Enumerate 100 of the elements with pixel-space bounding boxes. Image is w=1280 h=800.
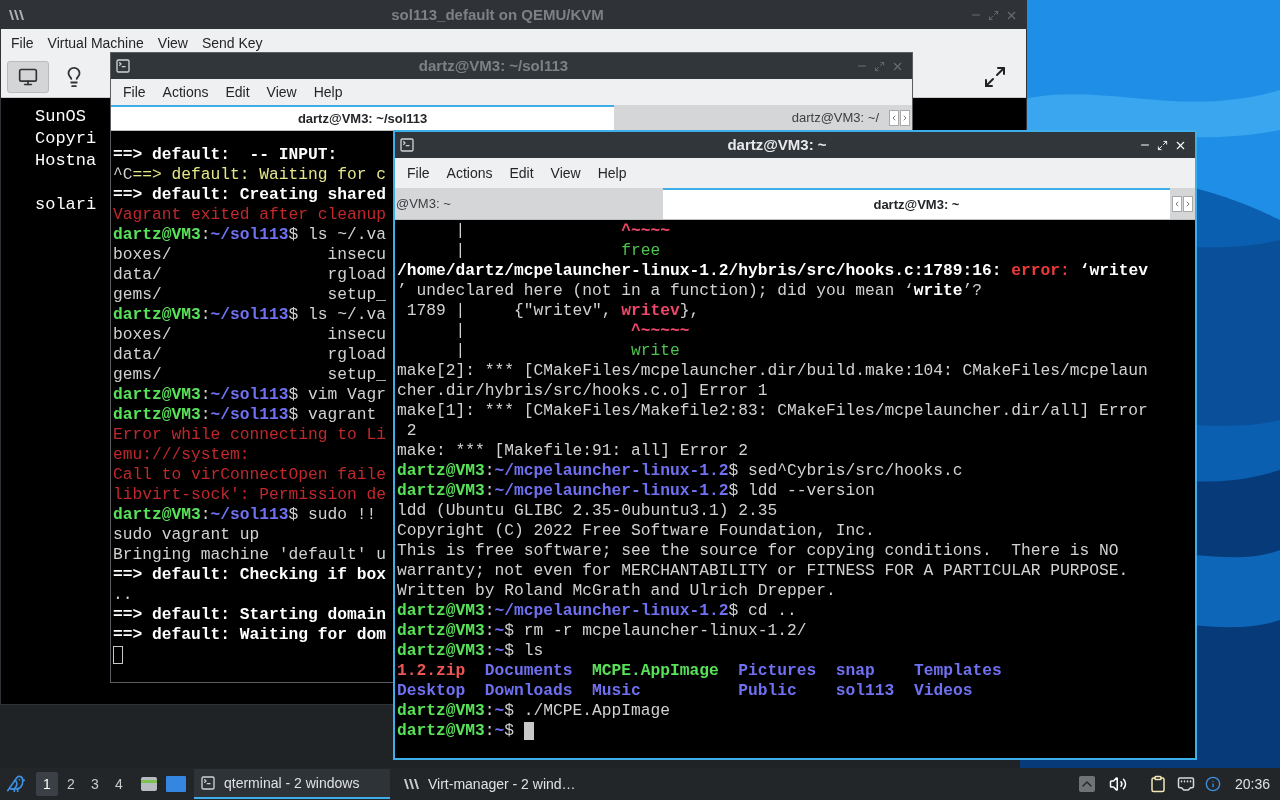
- console-output: SunOS Copyri Hostna solari: [35, 106, 97, 216]
- terminal-line: This is free software; see the source for copying conditions. There is NO: [397, 541, 1119, 561]
- terminal-line: dartz@VM3:~$ ls: [397, 641, 544, 661]
- terminal-line: dartz@VM3:~$: [397, 721, 516, 741]
- task-button[interactable]: Virt-manager - 2 wind…: [398, 769, 594, 799]
- terminal-icon: [200, 775, 216, 791]
- window-title: sol113_default on QEMU/KVM: [391, 4, 604, 25]
- stripes-icon: [404, 779, 420, 789]
- menu-item[interactable]: File: [399, 162, 438, 184]
- terminal-line: dartz@VM3:~/sol113$ vim Vagr: [113, 385, 387, 405]
- scroll-left-icon[interactable]: [889, 109, 899, 126]
- terminal-line: 2: [405, 421, 417, 441]
- volume-icon[interactable]: [1108, 775, 1127, 793]
- terminal-line: make[2]: *** [CMakeFiles/mcpelauncher.dir/build.make:104: CMakeFiles/mcpelaun: [397, 361, 1148, 381]
- window-title: dartz@VM3: ~/sol113: [418, 55, 569, 76]
- terminal-line: 1789 | {"writev", writev},: [405, 301, 700, 321]
- terminal-line: warranty; not even for MERCHANTABILITY or FITNESS FOR A PARTICULAR PURPOSE.: [397, 561, 1129, 581]
- terminal-line: ..: [113, 585, 133, 605]
- clipboard-icon[interactable]: [1148, 775, 1167, 793]
- terminal-icon: [115, 58, 131, 74]
- terminal-tab[interactable]: dartz@VM3: ~: [662, 188, 1170, 219]
- terminal-line: ==> default: -- INPUT:: [113, 145, 338, 165]
- terminal-line: | ^~~~~: [454, 221, 671, 241]
- terminal-line: ’ undeclared here (not in a function); did you mean ‘write’?: [397, 281, 983, 301]
- terminal-line: ldd (Ubuntu GLIBC 2.35-0ubuntu3.1) 2.35: [397, 501, 778, 521]
- menu-item[interactable]: Help: [589, 162, 635, 184]
- terminal-line: make: *** [Makefile:91: all] Error 2: [397, 441, 749, 461]
- terminal-line: dartz@VM3:~$ ./MCPE.AppImage: [397, 701, 671, 721]
- terminal-line: Vagrant exited after cleanup: [113, 205, 387, 225]
- workspace-button[interactable]: 2: [60, 772, 82, 796]
- terminal-line: ==> default: Starting domain: [113, 605, 387, 625]
- workspace-button[interactable]: 1: [36, 772, 58, 796]
- terminal-line: Bringing machine 'default' u: [113, 545, 387, 565]
- menu-item[interactable]: Actions: [438, 162, 501, 184]
- terminal-line: make[1]: *** [CMakeFiles/Makefile2:83: CMakeFiles/mcpelauncher.dir/all] Error: [397, 401, 1148, 421]
- menu-item[interactable]: File: [4, 32, 41, 54]
- menu-item[interactable]: View: [542, 162, 589, 184]
- terminal-line: ==> default: Checking if box: [113, 565, 387, 585]
- monitor-icon: [18, 67, 38, 87]
- terminal-line: boxes/ insecu: [113, 245, 387, 265]
- text-cursor: [113, 646, 123, 664]
- terminal-line: ==> default: Creating shared: [113, 185, 387, 205]
- stripes-icon: [9, 10, 25, 20]
- terminal-line: dartz@VM3:~/sol113$ ls ~/.va: [113, 225, 387, 245]
- menu-item[interactable]: Help: [305, 81, 351, 103]
- expand-tray-icon[interactable]: [1078, 776, 1095, 792]
- terminal-line: dartz@VM3:~/sol113$ vagrant: [113, 405, 377, 425]
- terminal-line: emu:///system:: [113, 445, 250, 465]
- workspace-button[interactable]: 3: [84, 772, 106, 796]
- scroll-right-icon[interactable]: [900, 109, 910, 126]
- menu-item[interactable]: Send Key: [194, 32, 270, 54]
- terminal-line: dartz@VM3:~/sol113$ ls ~/.va: [113, 305, 387, 325]
- fullscreen-icon: [983, 65, 1007, 89]
- terminal-line: /home/dartz/mcpelauncher-linux-1.2/hybris/src/hooks.c:1789:16: error: ‘writev: [397, 261, 1148, 281]
- terminal-line: dartz@VM3:~/mcpelauncher-linux-1.2$ ldd --version: [397, 481, 875, 501]
- terminal-line: boxes/ insecu: [113, 325, 387, 345]
- menu-item[interactable]: Edit: [217, 81, 258, 103]
- text-cursor: [523, 722, 534, 740]
- scroll-right-icon[interactable]: [1183, 195, 1193, 212]
- terminal-line: dartz@VM3:~/mcpelauncher-linux-1.2$ cd ..: [397, 601, 797, 621]
- terminal-line: Written by Roland McGrath and Ulrich Drepper.: [397, 581, 836, 601]
- network-icon[interactable]: [1176, 775, 1195, 793]
- archive-icon[interactable]: [140, 775, 158, 793]
- terminal-line: libvirt-sock': Permission de: [113, 485, 387, 505]
- restore-icon[interactable]: [1157, 139, 1168, 151]
- terminal-line: gems/ setup_: [113, 285, 387, 305]
- info-icon[interactable]: [1204, 776, 1221, 792]
- terminal-line: dartz@VM3:~$ rm -r mcpelauncher-linux-1.2/: [397, 621, 807, 641]
- terminal-line: gems/ setup_: [113, 365, 387, 385]
- terminal-line: ==> default: Waiting for dom: [113, 625, 387, 645]
- task-button[interactable]: qterminal - 2 windows: [194, 769, 390, 799]
- terminal-line: | ^~~~~~: [454, 321, 690, 341]
- terminal-line: sudo vagrant up: [113, 525, 260, 545]
- terminal-line: | free: [454, 241, 661, 261]
- menu-item[interactable]: View: [258, 81, 305, 103]
- terminal-line: Desktop Downloads Music Public sol113 Videos: [397, 681, 973, 701]
- terminal-icon: [399, 137, 415, 153]
- terminal-line: data/ rgload: [113, 345, 387, 365]
- workspace-button[interactable]: 4: [108, 772, 130, 796]
- terminal-line: data/ rgload: [113, 265, 387, 285]
- bird-icon[interactable]: [6, 774, 26, 794]
- terminal-line: dartz@VM3:~/sol113$ sudo !!: [113, 505, 377, 525]
- terminal-line: | write: [454, 341, 680, 361]
- clock[interactable]: 20:36: [1234, 773, 1270, 795]
- terminal-line: cher.dir/hybris/src/hooks.c.o] Error 1: [397, 381, 768, 401]
- terminal-line: Error while connecting to Li: [113, 425, 387, 445]
- terminal-line: Call to virConnectOpen faile: [113, 465, 387, 485]
- scroll-left-icon[interactable]: [1172, 195, 1182, 212]
- terminal-line: dartz@VM3:~/mcpelauncher-linux-1.2$ sed^Cybris/src/hooks.c: [397, 461, 963, 481]
- terminal-line: 1.2.zip Documents MCPE.AppImage Pictures snap Templates: [397, 661, 1002, 681]
- window-title: dartz@VM3: ~: [727, 134, 827, 155]
- terminal-line: ^C==> default: Waiting for c: [113, 165, 387, 185]
- menu-item[interactable]: View: [150, 32, 195, 54]
- menu-item[interactable]: File: [115, 81, 154, 103]
- menu-item[interactable]: Edit: [501, 162, 542, 184]
- console-button[interactable]: [7, 61, 49, 93]
- menu-item[interactable]: Virtual Machine: [40, 32, 151, 54]
- terminal-line: Copyright (C) 2022 Free Software Foundation, Inc.: [397, 521, 875, 541]
- terminal-tab[interactable]: dartz@VM3: ~/sol113: [111, 105, 615, 130]
- menu-item[interactable]: Actions: [154, 81, 217, 103]
